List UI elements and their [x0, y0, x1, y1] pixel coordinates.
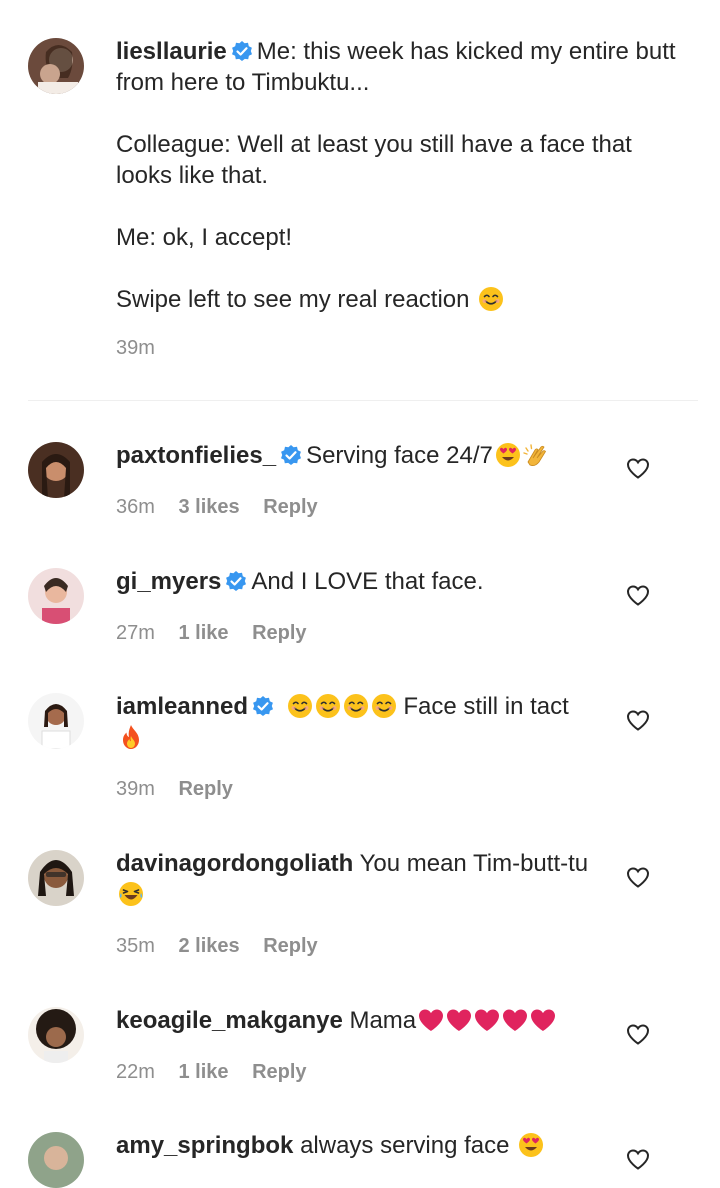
heart-eyes-emoji-icon	[495, 443, 520, 467]
avatar[interactable]	[28, 568, 84, 624]
likes-count[interactable]: 1 like	[178, 1061, 228, 1083]
comment-meta: 35m 2 likes Reply	[116, 935, 596, 958]
smile-emoji-icon	[478, 286, 504, 312]
likes-count[interactable]: 3 likes	[178, 496, 239, 518]
reply-button[interactable]: Reply	[263, 496, 317, 518]
verified-badge-icon	[230, 40, 253, 62]
smile-emoji-icon	[370, 693, 397, 719]
username[interactable]: liesllaurie	[116, 38, 227, 65]
comment-meta: 27m 1 like Reply	[116, 622, 596, 645]
like-heart-icon[interactable]	[626, 866, 650, 888]
like-heart-icon[interactable]	[626, 1023, 650, 1045]
verified-badge-icon	[225, 570, 248, 592]
comment-text: Face still in tact	[403, 693, 569, 720]
red-heart-emoji-icon	[447, 1009, 472, 1031]
reply-button[interactable]: Reply	[178, 778, 232, 800]
comment-meta: 36m 3 likes Reply	[116, 496, 596, 519]
red-heart-emoji-icon	[475, 1009, 500, 1031]
comment-text: always serving face	[300, 1132, 510, 1159]
avatar[interactable]	[28, 442, 84, 498]
like-heart-icon[interactable]	[626, 1148, 650, 1170]
divider	[28, 400, 698, 401]
comment-meta: 22m 1 like Reply	[116, 1061, 596, 1084]
verified-badge-icon	[252, 695, 275, 717]
username[interactable]: amy_springbok	[116, 1132, 293, 1159]
comment-text: Mama	[349, 1007, 417, 1034]
username[interactable]: paxtonfielies_	[116, 442, 276, 469]
red-heart-emoji-icon	[531, 1009, 556, 1031]
avatar[interactable]	[28, 38, 84, 94]
timestamp: 35m	[116, 935, 155, 957]
reply-button[interactable]: Reply	[252, 1061, 306, 1083]
username[interactable]: iamleanned	[116, 693, 248, 720]
red-heart-emoji-icon	[419, 1009, 444, 1031]
smile-emoji-icon	[314, 693, 341, 719]
smile-emoji-icon	[286, 693, 313, 719]
smile-emoji-icon	[342, 693, 369, 719]
caption: liesllaurie Me: this week has kicked my e…	[116, 36, 676, 315]
comment-text: And I LOVE that face.	[251, 568, 484, 595]
like-heart-icon[interactable]	[626, 584, 650, 606]
like-heart-icon[interactable]	[626, 457, 650, 479]
heart-eyes-emoji-icon	[519, 1133, 544, 1157]
like-heart-icon[interactable]	[626, 709, 650, 731]
reply-button[interactable]: Reply	[252, 622, 306, 644]
caption-line: Me: ok, I accept!	[116, 224, 293, 251]
caption-line: Colleague: Well at least you still have …	[116, 131, 632, 189]
timestamp: 36m	[116, 496, 155, 518]
timestamp: 39m	[116, 337, 155, 359]
caption-line: Swipe left to see my real reaction	[116, 286, 470, 313]
likes-count[interactable]: 2 likes	[178, 935, 239, 957]
timestamp: 22m	[116, 1061, 155, 1083]
username[interactable]: keoagile_makganye	[116, 1007, 343, 1034]
avatar[interactable]	[28, 1007, 84, 1063]
timestamp: 39m	[116, 778, 155, 800]
comment-text: Serving face 24/7	[306, 442, 493, 469]
username[interactable]: gi_myers	[116, 568, 221, 595]
red-heart-emoji-icon	[503, 1009, 528, 1031]
post-meta: 39m	[116, 337, 676, 360]
username[interactable]: davinagordongoliath	[116, 850, 353, 877]
clapping-hands-emoji-icon	[523, 444, 547, 467]
laughing-emoji-icon	[118, 881, 144, 907]
likes-count[interactable]: 1 like	[178, 622, 228, 644]
comment-text: You mean Tim-butt-tu	[359, 850, 589, 877]
fire-emoji-icon	[123, 725, 139, 749]
avatar[interactable]	[28, 850, 84, 906]
avatar[interactable]	[28, 1132, 84, 1188]
avatar[interactable]	[28, 693, 84, 749]
verified-badge-icon	[280, 444, 303, 466]
comment-meta: 39m Reply	[116, 778, 596, 801]
reply-button[interactable]: Reply	[263, 935, 317, 957]
timestamp: 27m	[116, 622, 155, 644]
